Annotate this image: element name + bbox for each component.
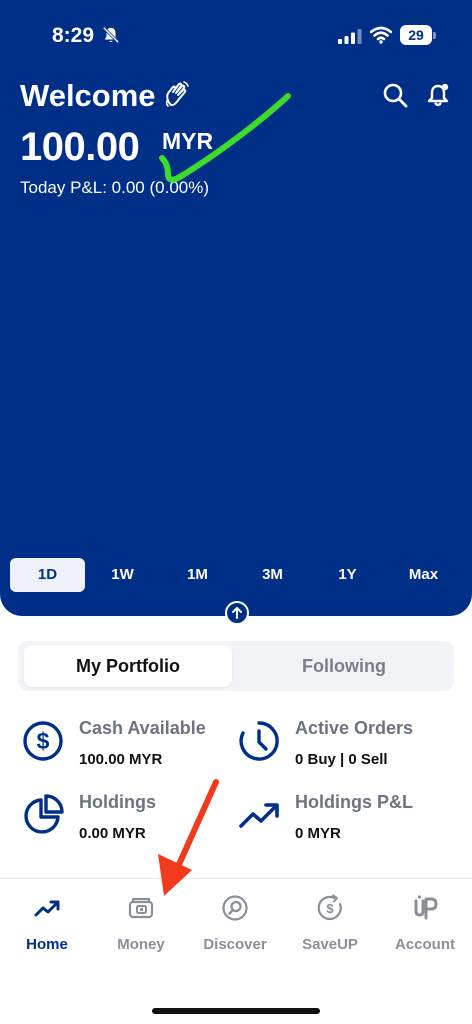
clock-icon: [239, 721, 279, 761]
battery-level: 29: [400, 25, 432, 45]
arrow-up-icon: [232, 607, 242, 619]
expand-chart-button[interactable]: [225, 601, 249, 625]
trending-up-icon: [239, 803, 279, 828]
nav-home[interactable]: Home: [0, 894, 94, 964]
cash-available-label: Cash Available: [79, 718, 206, 738]
tab-following[interactable]: Following: [240, 645, 448, 687]
svg-text:$: $: [326, 901, 334, 916]
status-time: 8:29: [52, 24, 95, 47]
tab-my-portfolio[interactable]: My Portfolio: [24, 645, 232, 687]
trending-up-icon: [34, 900, 60, 917]
green-annotation-check: [159, 93, 291, 183]
nav-home-label: Home: [26, 936, 68, 953]
holdings-value: 0.00 MYR: [79, 825, 146, 842]
time-range-selector: 1D 1W 1M 3M 1Y Max: [10, 558, 462, 592]
portfolio-tabs: My Portfolio Following: [18, 641, 454, 691]
nav-discover-label: Discover: [203, 936, 267, 953]
holdings-pnl-value: 0 MYR: [295, 825, 341, 842]
nav-money-label: Money: [117, 936, 165, 953]
cellular-signal-icon: [338, 29, 362, 44]
nav-account-label: Account: [395, 936, 455, 953]
nav-money[interactable]: Money: [94, 894, 188, 964]
range-3m[interactable]: 3M: [235, 558, 310, 592]
active-orders-value: 0 Buy | 0 Sell: [295, 751, 388, 768]
cash-available-card[interactable]: $ Cash Available 100.00 MYR: [22, 718, 232, 778]
active-orders-label: Active Orders: [295, 718, 414, 738]
holdings-label: Holdings: [79, 792, 156, 812]
dollar-coin-icon: $: [23, 721, 63, 761]
nav-saveup[interactable]: $ SaveUP: [283, 894, 377, 964]
wifi-icon: [370, 26, 392, 44]
pie-chart-icon: [24, 794, 64, 834]
nav-saveup-label: SaveUP: [302, 936, 358, 953]
battery-cap: [433, 32, 436, 39]
saveup-icon: $: [317, 894, 342, 921]
range-1d[interactable]: 1D: [10, 558, 85, 592]
holdings-pnl-card[interactable]: Holdings P&L 0 MYR: [238, 792, 448, 852]
svg-text:$: $: [37, 728, 50, 754]
nav-discover[interactable]: Discover: [188, 894, 282, 964]
range-1w[interactable]: 1W: [85, 558, 160, 592]
home-indicator: [152, 1008, 320, 1014]
active-orders-card[interactable]: Active Orders 0 Buy | 0 Sell: [238, 718, 448, 778]
status-bar: 8:29 29: [0, 22, 472, 50]
range-max[interactable]: Max: [385, 558, 462, 592]
nav-account[interactable]: Account: [378, 894, 472, 964]
range-1y[interactable]: 1Y: [310, 558, 385, 592]
holdings-pnl-label: Holdings P&L: [295, 792, 413, 812]
silent-mode-icon: [102, 26, 120, 44]
account-balance: 100.00: [20, 125, 140, 169]
notification-bell-icon[interactable]: [426, 82, 450, 108]
tab-bar-divider: [0, 878, 472, 879]
account-logo-icon: [414, 895, 438, 920]
search-icon[interactable]: [382, 82, 408, 108]
cash-available-value: 100.00 MYR: [79, 751, 163, 768]
welcome-title: Welcome: [20, 78, 156, 113]
red-annotation-arrow: [158, 779, 219, 896]
range-1m[interactable]: 1M: [160, 558, 235, 592]
portfolio-hero: 8:29 29 Welcome 100.00 MYR Today P&L: 0.…: [0, 0, 472, 616]
